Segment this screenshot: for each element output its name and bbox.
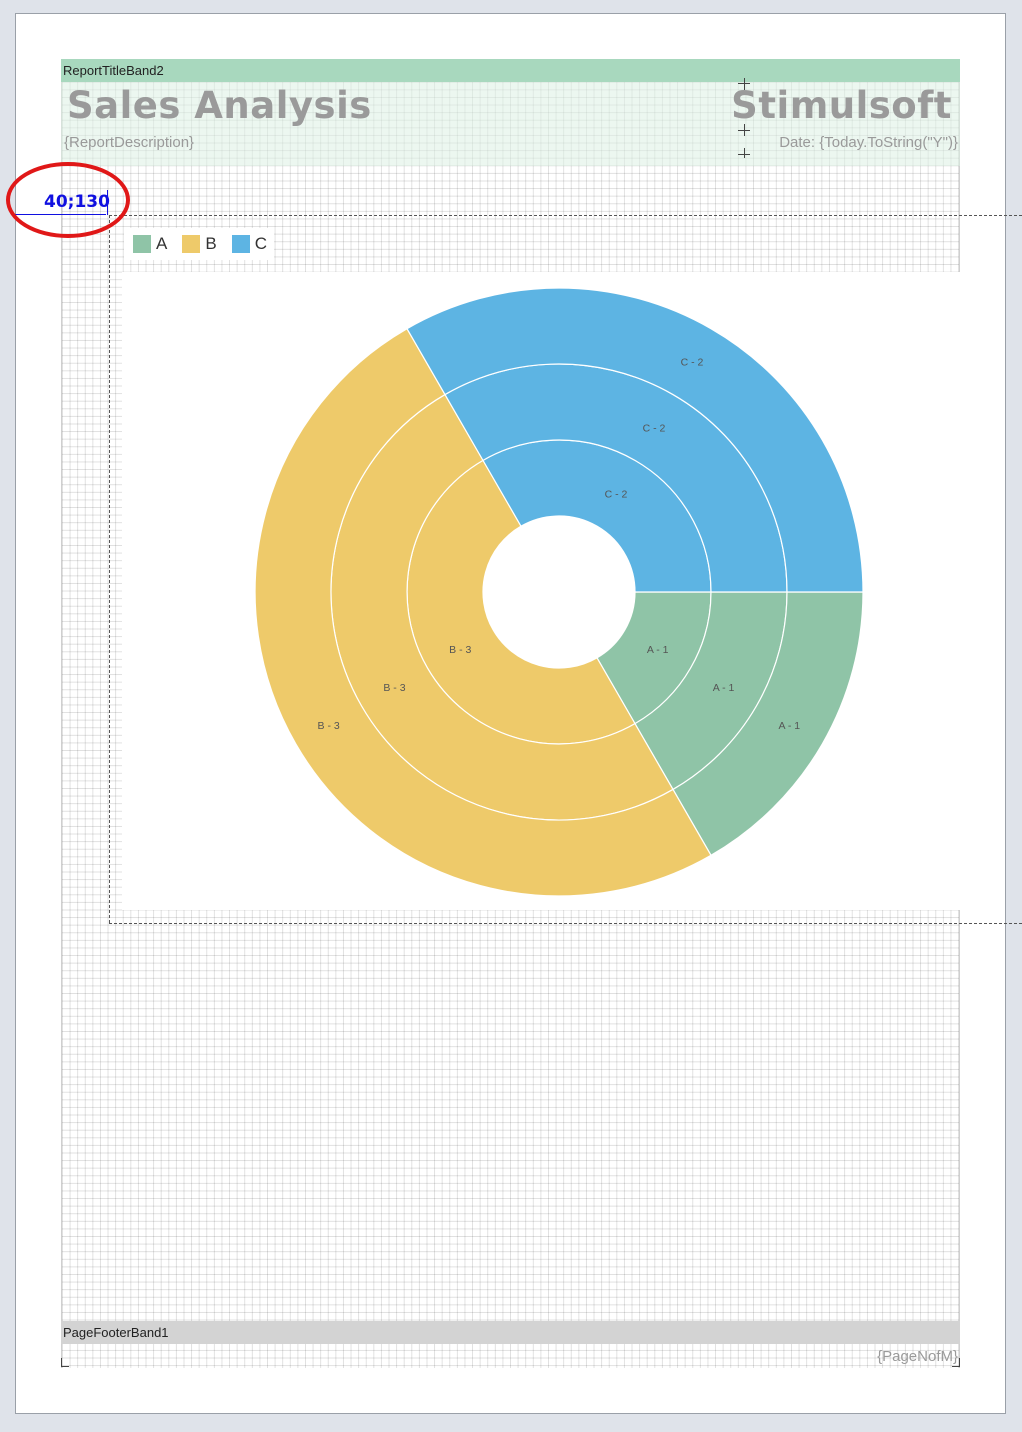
page-footer-band-header[interactable]: PageFooterBand1 [61, 1321, 960, 1344]
doughnut-chart[interactable]: A - 1 B - 3 C - 2 A - 1 B - 3 C - 2 A - 1 B - 3… [0, 0, 1022, 1432]
segment-label: B - 3 [449, 644, 471, 656]
footer-corner-mark [61, 1366, 69, 1367]
segment-label: A - 1 [779, 720, 801, 732]
segment-label: A - 1 [713, 682, 735, 694]
segment-label: B - 3 [383, 682, 405, 694]
page-number[interactable]: {PageNofM} [877, 1348, 958, 1365]
segment-label: C - 2 [605, 488, 628, 500]
segment-label: C - 2 [681, 357, 704, 369]
segment-label: B - 3 [318, 720, 340, 732]
segment-label: A - 1 [647, 644, 669, 656]
highlight-circle [6, 162, 130, 238]
footer-corner-mark [959, 1358, 960, 1367]
footer-corner-mark [61, 1358, 62, 1367]
segment-label: C - 2 [643, 422, 666, 434]
